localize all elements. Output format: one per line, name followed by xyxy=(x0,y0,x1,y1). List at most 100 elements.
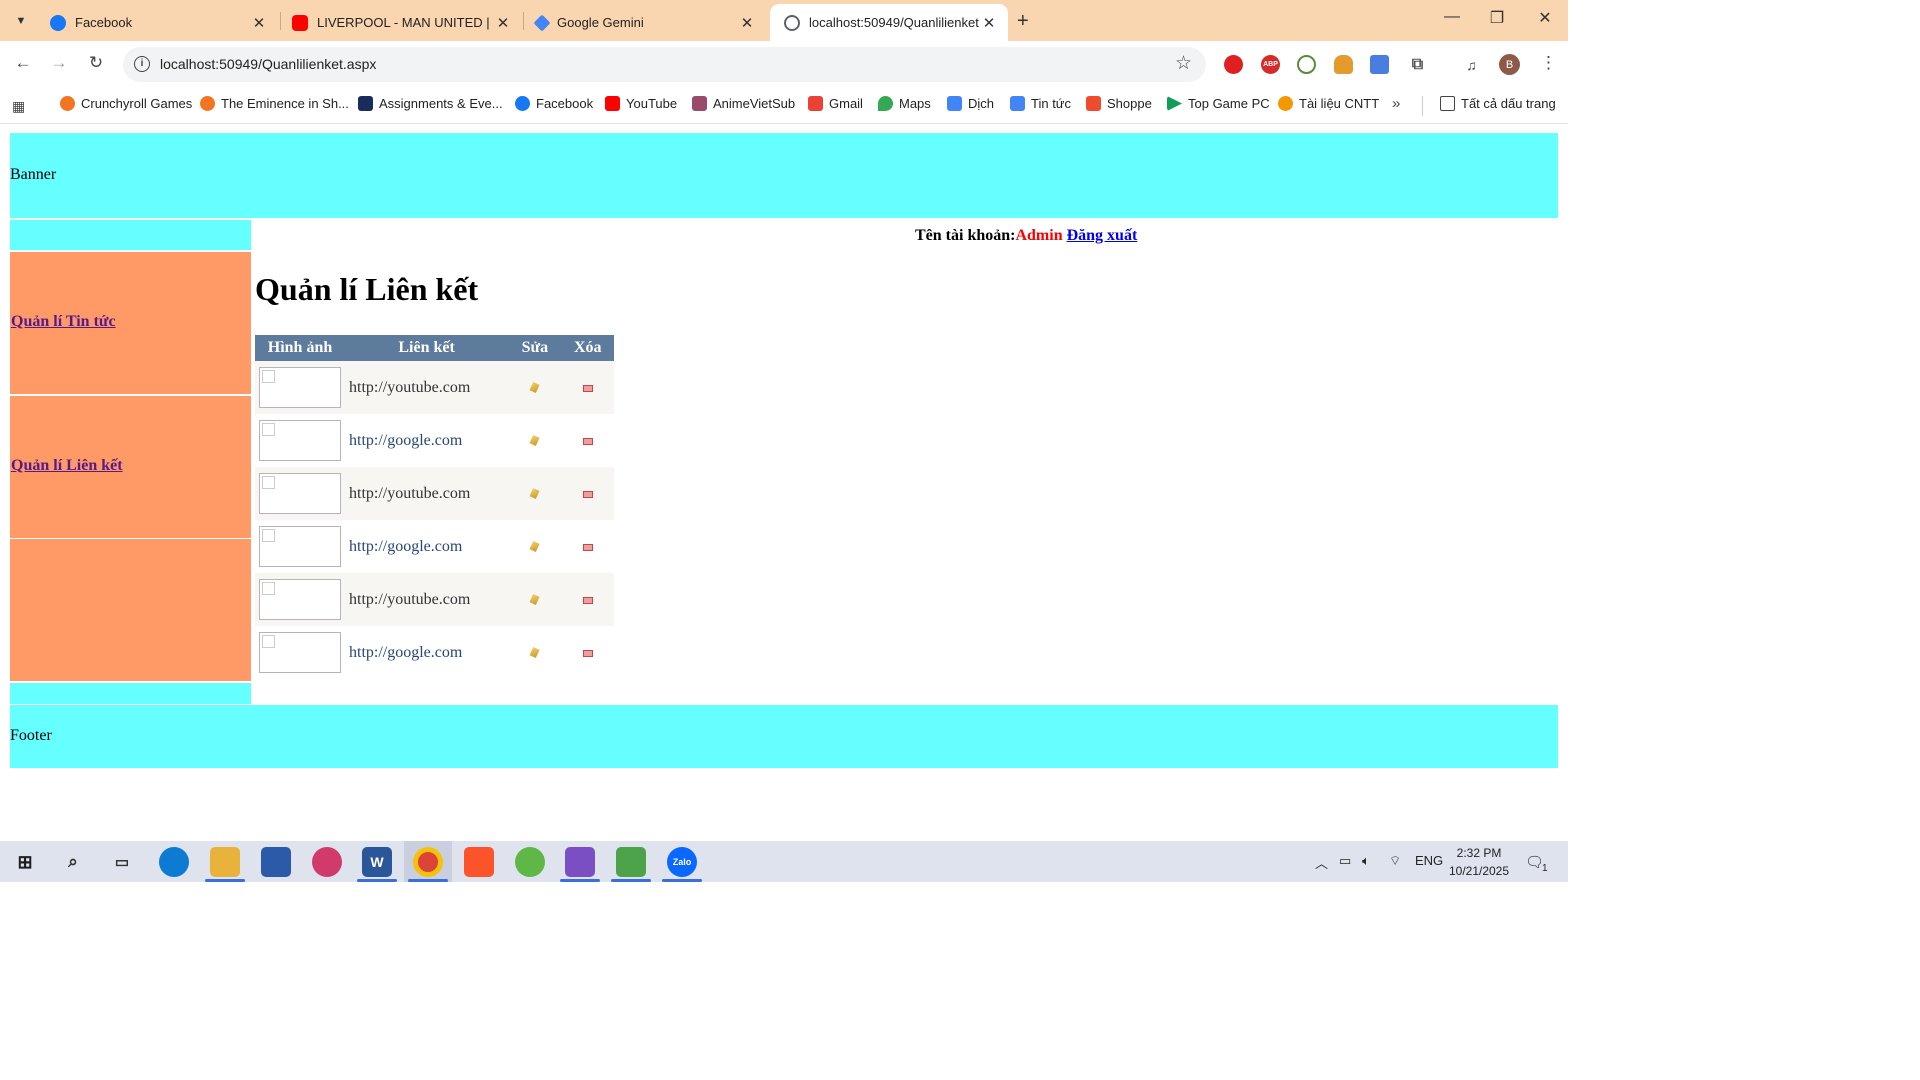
translate-icon[interactable] xyxy=(1370,55,1389,74)
store-icon[interactable] xyxy=(261,847,291,877)
search-icon[interactable]: ⌕ xyxy=(58,847,88,877)
bookmark-youtube[interactable]: YouTube xyxy=(605,96,677,111)
bookmark-shoppe[interactable]: Shoppe xyxy=(1086,96,1152,111)
adblock-red-icon[interactable] xyxy=(1224,55,1243,74)
clock[interactable]: 2:32 PM 10/21/2025 xyxy=(1447,844,1511,880)
bookmark-label: Gmail xyxy=(829,96,863,111)
menu-icon[interactable]: ⋮ xyxy=(1540,53,1557,73)
edit-cell xyxy=(508,626,562,679)
delete-icon[interactable] xyxy=(582,437,593,445)
edit-pencil-icon[interactable] xyxy=(529,434,540,446)
new-tab-button[interactable]: + xyxy=(1017,10,1029,33)
brave-icon[interactable] xyxy=(464,847,494,877)
reload-button[interactable]: ↻ xyxy=(85,53,107,73)
image-cell xyxy=(255,573,345,626)
all-bookmarks-folder[interactable]: Tất cả dấu trang xyxy=(1440,96,1556,111)
close-icon[interactable]: ✕ xyxy=(738,14,756,32)
delete-icon[interactable] xyxy=(582,649,593,657)
visual-studio-icon[interactable] xyxy=(565,847,595,877)
delete-icon[interactable] xyxy=(582,543,593,551)
table-row: http://google.com xyxy=(255,414,614,467)
media-control-icon[interactable]: ♫ xyxy=(1462,55,1481,74)
edit-pencil-icon[interactable] xyxy=(529,540,540,552)
bookmark-eminence[interactable]: The Eminence in Sh... xyxy=(200,96,349,111)
avatar[interactable]: B xyxy=(1499,54,1520,75)
photos-icon[interactable] xyxy=(312,847,342,877)
apps-grid-icon[interactable]: ▦ xyxy=(12,98,25,115)
address-bar[interactable]: i localhost:50949/Quanlilienket.aspx ☆ xyxy=(123,47,1206,82)
task-view-icon[interactable]: ▭ xyxy=(107,847,137,877)
bookmark-tin-tuc[interactable]: Tin tức xyxy=(1010,96,1071,111)
abp-icon[interactable]: ABP xyxy=(1261,55,1280,74)
bookmarks-bar: ▦ Crunchyroll Games The Eminence in Sh..… xyxy=(0,88,1568,124)
tab-title: LIVERPOOL - MAN UNITED | M xyxy=(317,15,494,30)
restore-button[interactable]: ❐ xyxy=(1482,8,1512,28)
link-cell: http://google.com xyxy=(345,520,509,573)
facebook-icon xyxy=(515,96,530,111)
bookmark-animevietsub[interactable]: AnimeVietSub xyxy=(692,96,795,111)
tab-search-button[interactable]: ▼ xyxy=(9,9,33,33)
burger-icon[interactable] xyxy=(1334,55,1353,74)
language-indicator[interactable]: ENG xyxy=(1415,853,1443,868)
delete-icon[interactable] xyxy=(582,490,593,498)
chevron-double-right-icon[interactable]: » xyxy=(1392,95,1400,112)
app-green-icon[interactable] xyxy=(515,847,545,877)
chevron-up-icon[interactable]: ︿ xyxy=(1315,853,1328,872)
link-cell: http://google.com xyxy=(345,414,509,467)
edit-pencil-icon[interactable] xyxy=(529,593,540,605)
close-window-button[interactable]: ✕ xyxy=(1530,8,1560,28)
bookmark-crunchyroll-games[interactable]: Crunchyroll Games xyxy=(60,96,192,111)
wifi-icon[interactable]: ⌔ xyxy=(1389,853,1401,869)
tab-facebook[interactable]: Facebook ✕ xyxy=(36,4,278,41)
puzzle-icon[interactable]: ⧉ xyxy=(1408,55,1427,74)
tab-youtube[interactable]: LIVERPOOL - MAN UNITED | M ✕ xyxy=(278,4,522,41)
download-icon[interactable] xyxy=(1297,55,1316,74)
bookmark-assignments[interactable]: Assignments & Eve... xyxy=(358,96,503,111)
tab-gemini[interactable]: Google Gemini ✕ xyxy=(522,4,766,41)
close-icon[interactable]: ✕ xyxy=(980,14,998,32)
file-explorer-icon[interactable] xyxy=(210,847,240,877)
volume-icon[interactable]: 🔈︎ xyxy=(1362,853,1370,869)
bookmark-label: Maps xyxy=(899,96,931,111)
minimize-button[interactable]: — xyxy=(1437,8,1467,26)
start-icon[interactable]: ⊞ xyxy=(10,847,40,877)
bookmark-label: YouTube xyxy=(626,96,678,111)
delete-cell xyxy=(561,361,614,414)
header-lien-ket: Liên kết xyxy=(345,335,509,361)
word-icon[interactable]: W xyxy=(362,847,392,877)
logout-link[interactable]: Đăng xuất xyxy=(1067,227,1138,244)
bookmark-maps[interactable]: Maps xyxy=(878,96,931,111)
bookmark-top-game-pc[interactable]: Top Game PC xyxy=(1167,96,1270,111)
edit-pencil-icon[interactable] xyxy=(529,381,540,393)
bookmark-facebook[interactable]: Facebook xyxy=(515,96,593,111)
edit-pencil-icon[interactable] xyxy=(529,646,540,658)
bookmarks-divider xyxy=(1422,96,1423,116)
url-text[interactable]: localhost:50949/Quanlilienket.aspx xyxy=(160,56,376,72)
link-quan-li-tin-tuc[interactable]: Quản lí Tin tức xyxy=(11,313,116,331)
close-icon[interactable]: ✕ xyxy=(494,14,512,32)
back-button[interactable]: ← xyxy=(12,53,34,73)
forward-button[interactable]: → xyxy=(48,53,70,73)
site-info-icon[interactable]: i xyxy=(134,56,150,72)
delete-icon[interactable] xyxy=(582,384,593,392)
edge-icon[interactable] xyxy=(159,847,189,877)
delete-icon[interactable] xyxy=(582,596,593,604)
bookmark-dich[interactable]: Dịch xyxy=(947,96,994,111)
tab-title: Facebook xyxy=(75,15,133,30)
avatar-initial: B xyxy=(1505,58,1514,71)
bookmark-star-icon[interactable]: ☆ xyxy=(1175,52,1192,75)
close-icon[interactable]: ✕ xyxy=(250,14,268,32)
youtube-icon xyxy=(292,14,308,31)
battery-icon[interactable]: ▭ xyxy=(1339,853,1351,869)
zalo-icon[interactable]: Zalo xyxy=(667,847,697,877)
clock-date: 10/21/2025 xyxy=(1448,864,1510,878)
link-quan-li-lien-ket[interactable]: Quản lí Liên kết xyxy=(11,457,123,475)
snipping-icon[interactable] xyxy=(616,847,646,877)
bookmark-gmail[interactable]: Gmail xyxy=(808,96,863,111)
bookmark-label: Tin tức xyxy=(1031,96,1072,111)
bookmark-tai-lieu-cntt[interactable]: Tài liệu CNTT xyxy=(1278,96,1379,111)
edit-pencil-icon[interactable] xyxy=(529,487,540,499)
chrome-icon[interactable] xyxy=(413,847,443,877)
menu-item-quan-li-tin-tuc: Quản lí Tin tức xyxy=(10,252,251,394)
tab-localhost[interactable]: localhost:50949/Quanlilienket.a ✕ xyxy=(770,4,1008,41)
